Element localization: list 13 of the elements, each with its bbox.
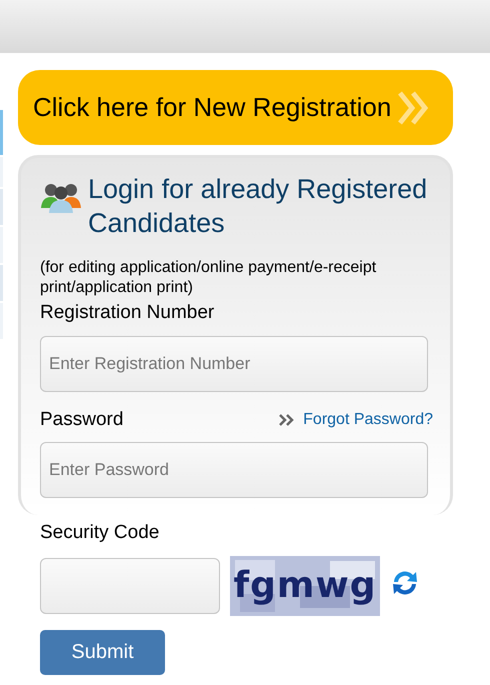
login-note: (for editing application/online payment/e-receipt print/application print) (40, 258, 378, 298)
security-code-label: Security Code (40, 522, 160, 543)
submit-button[interactable]: Submit (40, 630, 165, 674)
double-chevron-icon (279, 414, 296, 426)
login-heading: Login for already Registered Candidates (88, 173, 428, 240)
field-label: Password (40, 408, 124, 432)
password-field[interactable]: Enter Password (40, 442, 428, 498)
registration-number-field[interactable]: Enter Registration Number (40, 336, 428, 392)
security-code-field[interactable] (40, 558, 220, 614)
new-registration-button[interactable]: Click here for New Registration (18, 70, 453, 145)
captcha-image: fgmwg (230, 556, 380, 616)
field-label: Registration Number (40, 301, 214, 325)
forgot-password-link[interactable]: Forgot Password? (279, 408, 433, 432)
